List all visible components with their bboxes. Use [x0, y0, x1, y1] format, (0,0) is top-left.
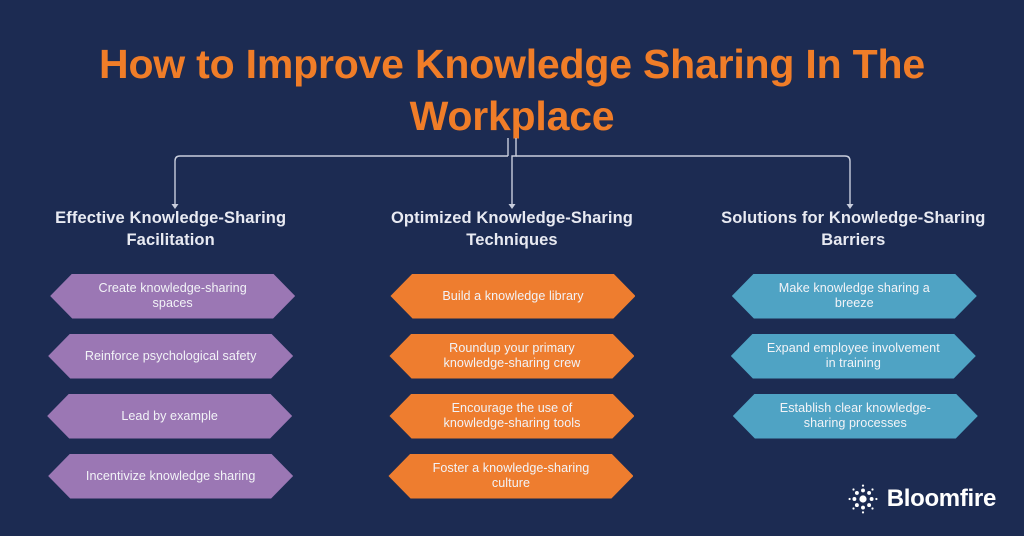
connector-bracket [171, 138, 854, 209]
column-heading-1: Effective Knowledge-Sharing Facilitation [55, 209, 287, 249]
chevron-item[interactable]: Incentivize knowledge sharing [48, 453, 294, 499]
bloomfire-wordmark: Bloomfire [886, 485, 997, 512]
bloomfire-starburst-icon [848, 484, 878, 514]
chevron-label: Build a knowledge library [442, 288, 584, 303]
chevron-item[interactable]: Reinforce psychological safety [48, 333, 294, 379]
bloomfire-logo: Bloomfire [848, 484, 996, 514]
chevron-item[interactable]: Foster a knowledge-sharing culture [388, 453, 634, 499]
chevron-label: Expand employee involvement in training [766, 341, 940, 371]
chevron-label: Roundup your primary knowledge-sharing c… [443, 341, 581, 371]
chevron-item[interactable]: Lead by example [47, 393, 293, 439]
chevron-label: Establish clear knowledge-sharing proces… [779, 401, 931, 431]
column-optimized-techniques: Optimized Knowledge-Sharing Techniques B… [341, 208, 682, 514]
chevron-label: Incentivize knowledge sharing [85, 468, 256, 483]
chevron-item[interactable]: Expand employee involvement in training [730, 333, 976, 379]
chevron-label: Make knowledge sharing a breeze [778, 281, 930, 311]
column-heading-2: Optimized Knowledge-Sharing Techniques [391, 209, 633, 249]
column-effective-facilitation: Effective Knowledge-Sharing Facilitation… [0, 208, 341, 514]
chevron-item[interactable]: Build a knowledge library [390, 273, 636, 319]
chevron-label: Reinforce psychological safety [84, 348, 257, 363]
chevron-label: Lead by example [121, 408, 218, 423]
chevron-list-2: Build a knowledge library Roundup your p… [341, 273, 682, 514]
chevron-list-3: Make knowledge sharing a breeze Expand e… [683, 273, 1024, 454]
chevron-label: Foster a knowledge-sharing culture [432, 461, 590, 491]
page-title: How to Improve Knowledge Sharing In The … [99, 41, 925, 140]
chevron-list-1: Create knowledge-sharing spaces Reinforc… [0, 273, 341, 514]
chevron-item[interactable]: Roundup your primary knowledge-sharing c… [389, 333, 635, 379]
infographic-canvas: How to Improve Knowledge Sharing In The … [0, 0, 1024, 536]
chevron-label: Create knowledge-sharing spaces [98, 281, 247, 311]
chevron-item[interactable]: Create knowledge-sharing spaces [50, 273, 296, 319]
chevron-label: Encourage the use of knowledge-sharing t… [443, 401, 581, 431]
columns-container: Effective Knowledge-Sharing Facilitation… [0, 208, 1024, 514]
chevron-item[interactable]: Establish clear knowledge-sharing proces… [732, 393, 978, 439]
chevron-item[interactable]: Encourage the use of knowledge-sharing t… [389, 393, 635, 439]
column-heading-3: Solutions for Knowledge-Sharing Barriers [721, 209, 986, 249]
column-solutions-barriers: Solutions for Knowledge-Sharing Barriers… [683, 208, 1024, 514]
chevron-item[interactable]: Make knowledge sharing a breeze [731, 273, 977, 319]
